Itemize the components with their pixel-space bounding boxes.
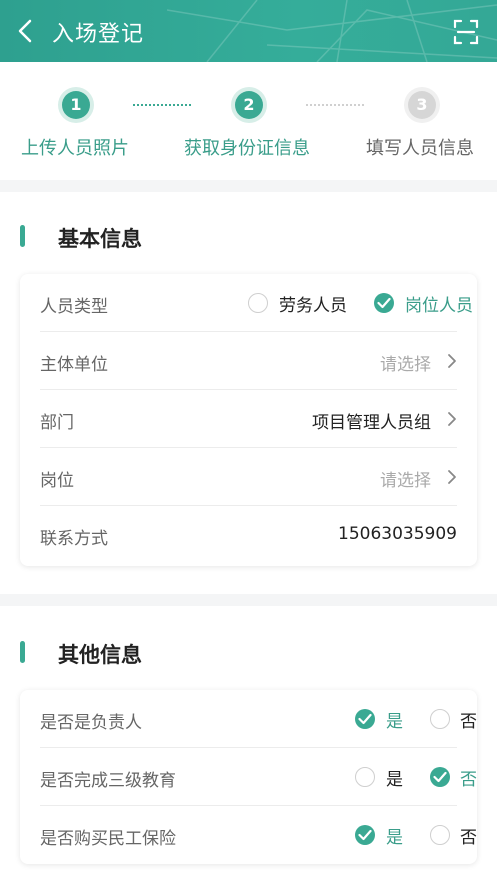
radio-labor-worker[interactable] (248, 293, 268, 313)
worker-insurance-row: 是否购买民工保险 是 否 (40, 806, 477, 864)
person-type-row: 人员类型 劳务人员 岗位人员 (40, 274, 473, 332)
radio-yes-label[interactable]: 是 (386, 823, 403, 848)
position-row[interactable]: 岗位 请选择 (40, 448, 457, 506)
contact-label: 联系方式 (40, 529, 108, 549)
radio-yes-label[interactable]: 是 (386, 707, 403, 732)
step-2-circle: 2 (235, 91, 263, 119)
back-arrow-icon[interactable] (14, 18, 38, 44)
header-map-pattern (167, 0, 497, 62)
basic-info-title: 基本信息 (58, 227, 142, 251)
three-level-education-label: 是否完成三级教育 (40, 771, 176, 791)
chevron-right-icon (448, 470, 456, 484)
radio-yes-label[interactable]: 是 (386, 765, 403, 790)
basic-info-section: 基本信息 人员类型 劳务人员 岗位人员 主体单位 请选择 部门 项目管理人员组 (0, 192, 497, 594)
section-accent-bar (20, 641, 25, 663)
radio-no-label[interactable]: 否 (460, 823, 477, 848)
scan-icon[interactable] (453, 19, 479, 45)
worker-insurance-label: 是否购买民工保险 (40, 829, 176, 849)
step-connector-2 (306, 104, 364, 106)
check-icon (358, 713, 372, 725)
contact-value[interactable]: 15063035909 (338, 524, 457, 544)
radio-yes[interactable] (355, 767, 375, 787)
entity-value[interactable]: 请选择 (380, 350, 431, 375)
entity-label: 主体单位 (40, 355, 108, 375)
radio-post-staff[interactable] (374, 293, 394, 313)
page-title: 入场登记 (52, 22, 145, 47)
department-row[interactable]: 部门 项目管理人员组 (40, 390, 457, 448)
radio-post-staff-label[interactable]: 岗位人员 (405, 291, 473, 316)
step-1-circle: 1 (62, 91, 90, 119)
step-progress: 1 2 3 上传人员照片 获取身份证信息 填写人员信息 (0, 62, 497, 180)
radio-no-label[interactable]: 否 (460, 765, 477, 790)
department-label: 部门 (40, 413, 74, 433)
basic-info-card: 人员类型 劳务人员 岗位人员 主体单位 请选择 部门 项目管理人员组 岗位 请选… (20, 274, 477, 566)
radio-no-label[interactable]: 否 (460, 707, 477, 732)
step-3-circle: 3 (408, 91, 436, 119)
step-3-label: 填写人员信息 (366, 138, 474, 159)
check-icon (433, 771, 447, 783)
radio-labor-worker-label[interactable]: 劳务人员 (279, 291, 347, 316)
radio-no[interactable] (430, 825, 450, 845)
other-info-title: 其他信息 (58, 643, 142, 667)
section-accent-bar (20, 225, 25, 247)
check-icon (377, 297, 391, 309)
radio-yes[interactable] (355, 709, 375, 729)
position-label: 岗位 (40, 471, 74, 491)
step-2-label: 获取身份证信息 (184, 138, 310, 159)
chevron-right-icon (448, 412, 456, 426)
other-info-section: 其他信息 是否是负责人 是 否 是否完成三级教育 是 否 是否购买民工保险 是 … (0, 606, 497, 883)
radio-yes[interactable] (355, 825, 375, 845)
person-type-label: 人员类型 (40, 297, 108, 317)
is-responsible-row: 是否是负责人 是 否 (40, 690, 477, 748)
is-responsible-label: 是否是负责人 (40, 713, 142, 733)
chevron-right-icon (448, 354, 456, 368)
check-icon (358, 829, 372, 841)
contact-row: 联系方式 15063035909 (40, 506, 457, 564)
entity-row[interactable]: 主体单位 请选择 (40, 332, 457, 390)
other-info-card: 是否是负责人 是 否 是否完成三级教育 是 否 是否购买民工保险 是 否 (20, 690, 477, 864)
app-header: 入场登记 (0, 0, 497, 62)
radio-no[interactable] (430, 767, 450, 787)
step-1-label: 上传人员照片 (21, 138, 129, 159)
three-level-education-row: 是否完成三级教育 是 否 (40, 748, 477, 806)
step-connector-1 (133, 104, 191, 106)
radio-no[interactable] (430, 709, 450, 729)
position-value[interactable]: 请选择 (380, 466, 431, 491)
department-value[interactable]: 项目管理人员组 (312, 408, 431, 433)
